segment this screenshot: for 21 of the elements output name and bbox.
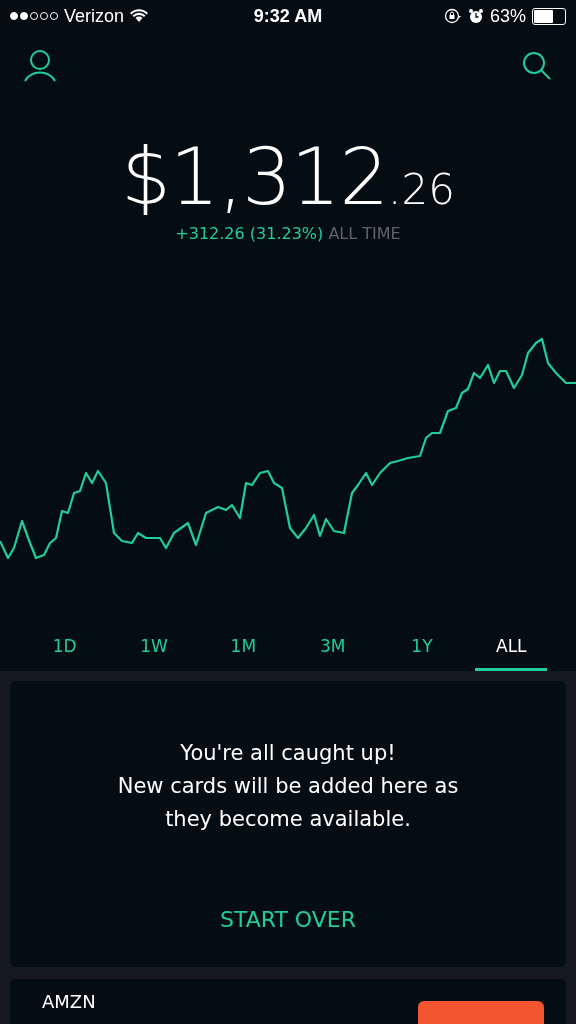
- portfolio-value: $1,312.26: [120, 138, 456, 220]
- period-label: ALL TIME: [328, 224, 401, 243]
- range-tab[interactable]: 1Y: [385, 623, 458, 671]
- carrier-name: Verizon: [64, 5, 125, 27]
- gain-amount: +312.26 (31.23%): [175, 224, 324, 243]
- rotation-lock-icon: [443, 8, 462, 24]
- search-icon[interactable]: [522, 51, 552, 81]
- range-tab[interactable]: 1W: [118, 623, 190, 671]
- card-message: You're all caught up! New cards will be added here as they become available.: [117, 740, 459, 833]
- alarm-clock-icon: [467, 8, 484, 24]
- start-over-button[interactable]: START OVER: [214, 906, 362, 933]
- clock-time: 9:32 AM: [253, 5, 323, 27]
- range-tab[interactable]: 3M: [296, 623, 369, 671]
- range-tab[interactable]: 1M: [207, 623, 280, 671]
- range-tab[interactable]: 1D: [28, 623, 101, 671]
- wifi-icon: [130, 9, 149, 23]
- stock-symbol: AMZN: [42, 991, 96, 1012]
- battery-icon: [532, 7, 566, 25]
- battery-percent: 63%: [489, 5, 526, 27]
- stock-card[interactable]: AMZN: [10, 979, 566, 1024]
- account-icon[interactable]: [24, 50, 56, 82]
